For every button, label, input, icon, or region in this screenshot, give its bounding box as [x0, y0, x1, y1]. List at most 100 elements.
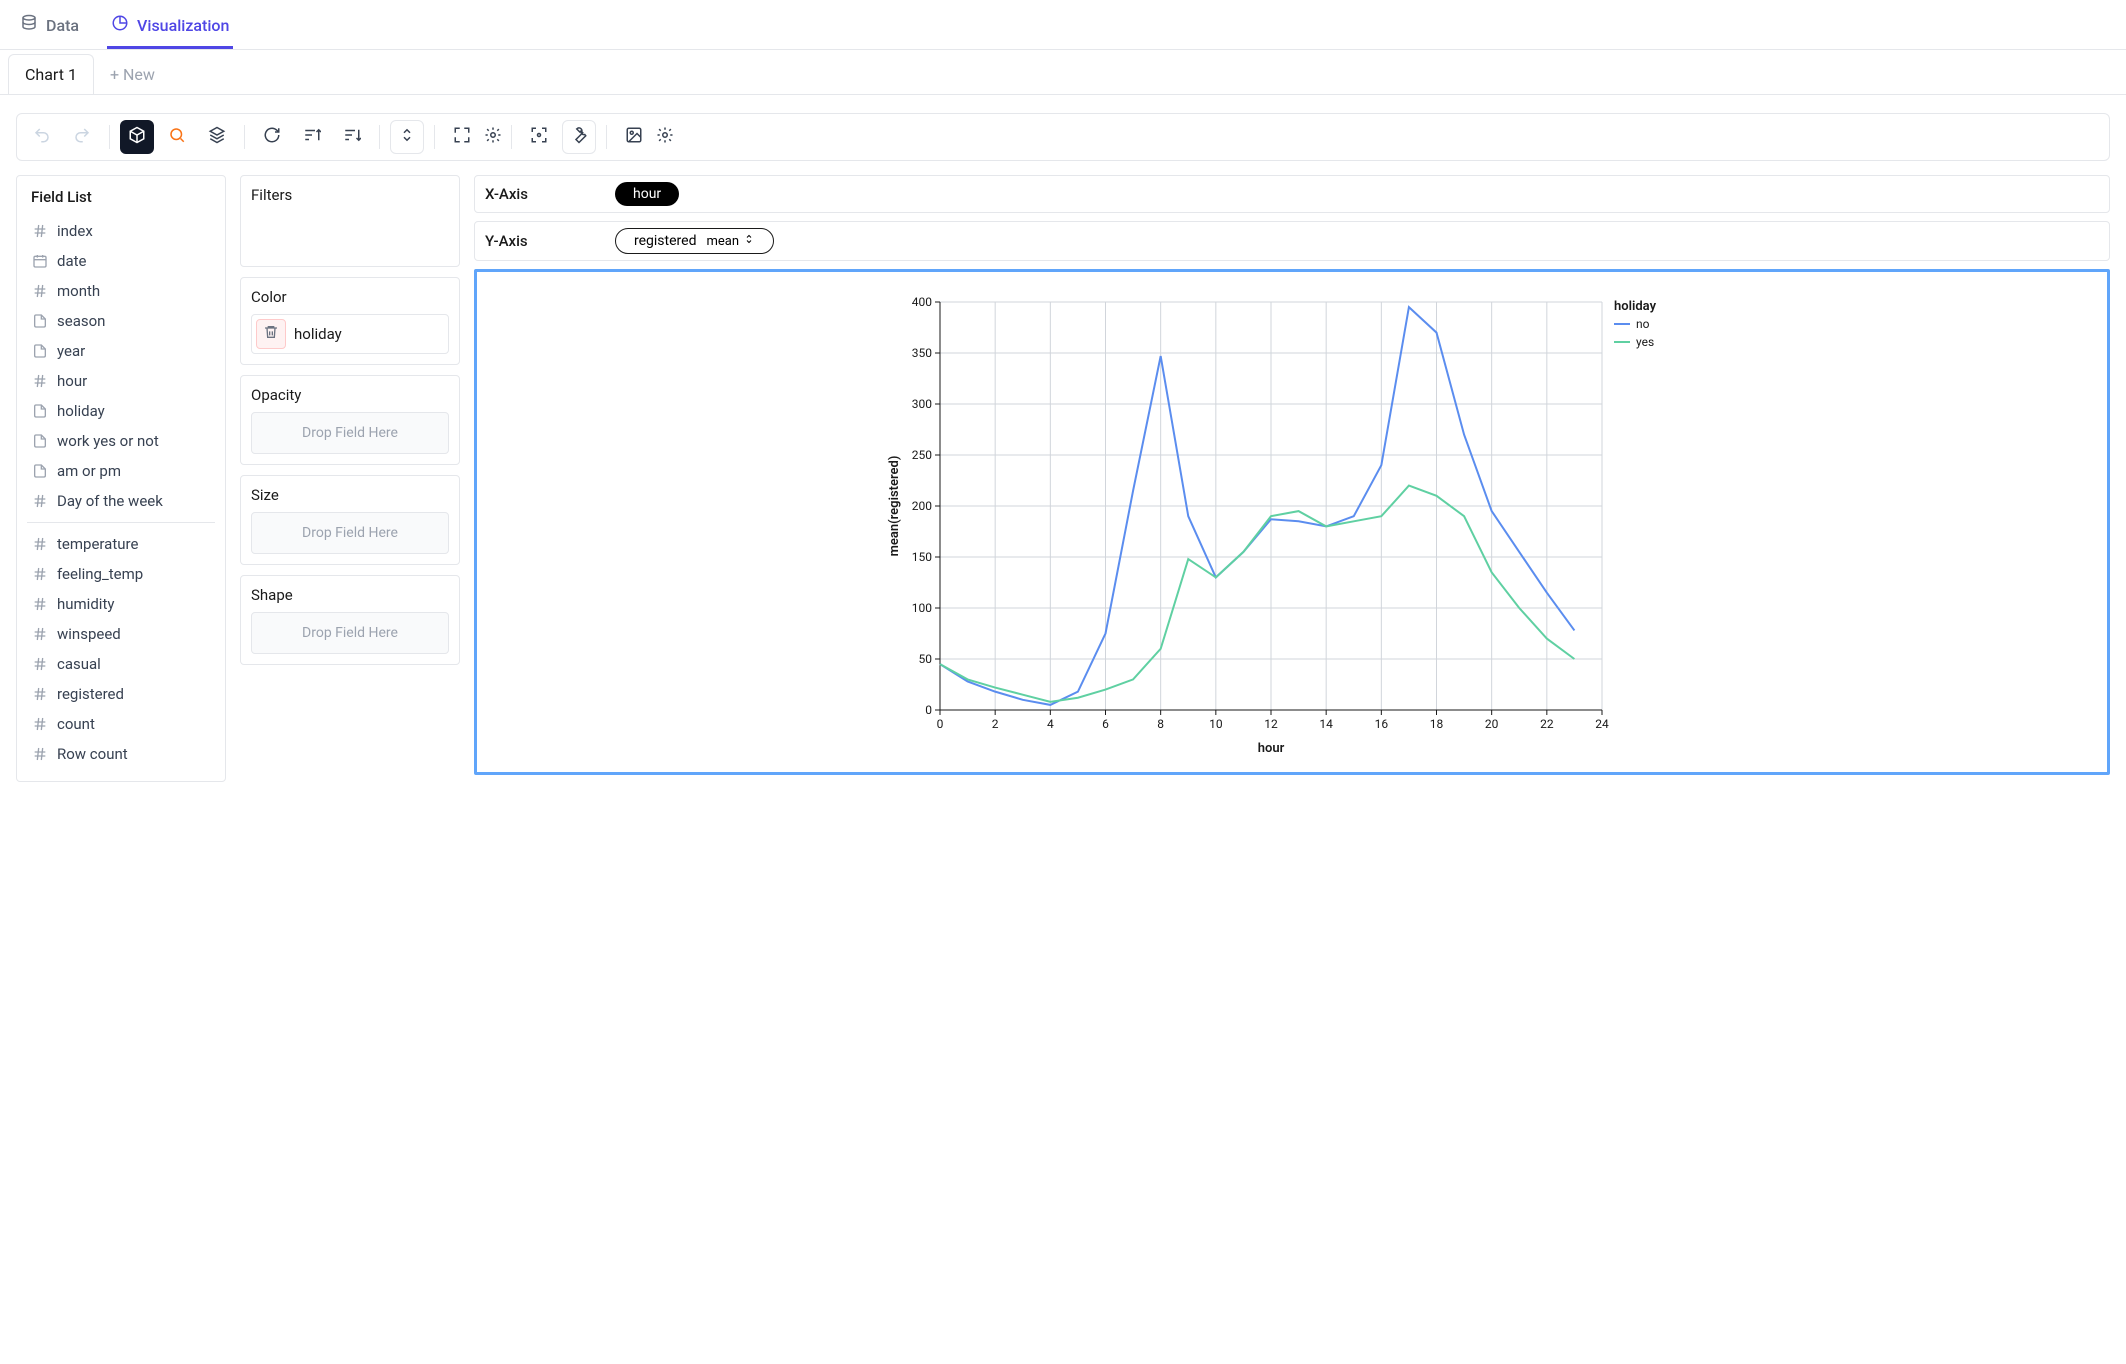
- chevrons-vertical-icon: [398, 126, 416, 148]
- hash-icon: [31, 565, 49, 583]
- layers-button[interactable]: [200, 120, 234, 154]
- field-item[interactable]: work yes or not: [27, 426, 215, 456]
- field-label: Row count: [57, 745, 128, 763]
- x-axis-row[interactable]: X-Axis hour: [474, 175, 2110, 213]
- size-dropzone[interactable]: Drop Field Here: [251, 512, 449, 554]
- tab-visualization[interactable]: Visualization: [107, 4, 233, 49]
- field-label: index: [57, 222, 93, 240]
- svg-text:400: 400: [912, 295, 932, 309]
- wrench-button[interactable]: [562, 120, 596, 154]
- refresh-button[interactable]: [255, 120, 289, 154]
- field-item[interactable]: registered: [27, 679, 215, 709]
- field-item[interactable]: am or pm: [27, 456, 215, 486]
- chart-tab-bar: Chart 1 + New: [0, 50, 2126, 95]
- field-label: casual: [57, 655, 101, 673]
- chart-frame[interactable]: 0501001502002503003504000246810121416182…: [474, 269, 2110, 775]
- field-item[interactable]: count: [27, 709, 215, 739]
- field-label: work yes or not: [57, 432, 159, 450]
- file-icon: [31, 342, 49, 360]
- shape-block[interactable]: Shape Drop Field Here: [240, 575, 460, 665]
- field-item[interactable]: holiday: [27, 396, 215, 426]
- field-label: winspeed: [57, 625, 121, 643]
- cube-button[interactable]: [120, 120, 154, 154]
- x-axis-label: X-Axis: [485, 185, 595, 203]
- toolbar-separator: [434, 125, 435, 149]
- fullscreen-settings-button[interactable]: [485, 120, 501, 154]
- field-label: holiday: [57, 402, 105, 420]
- top-nav: Data Visualization: [0, 0, 2126, 50]
- svg-text:mean(registered): mean(registered): [887, 456, 902, 557]
- image-settings-button[interactable]: [657, 120, 673, 154]
- svg-text:0: 0: [937, 717, 944, 731]
- database-icon: [20, 14, 38, 36]
- search-button[interactable]: [160, 120, 194, 154]
- hash-icon: [31, 595, 49, 613]
- redo-icon: [73, 126, 91, 148]
- field-item[interactable]: Row count: [27, 739, 215, 769]
- field-item[interactable]: feeling_temp: [27, 559, 215, 589]
- field-item[interactable]: month: [27, 276, 215, 306]
- focus-icon: [530, 126, 548, 148]
- field-label: year: [57, 342, 85, 360]
- field-item[interactable]: year: [27, 336, 215, 366]
- field-item[interactable]: Day of the week: [27, 486, 215, 516]
- toolbar-separator: [244, 125, 245, 149]
- toolbar-separator: [511, 125, 512, 149]
- svg-text:hour: hour: [1258, 741, 1285, 756]
- field-label: month: [57, 282, 100, 300]
- svg-text:150: 150: [912, 550, 932, 564]
- expand-vert-button[interactable]: [390, 120, 424, 154]
- y-axis-agg[interactable]: mean: [706, 233, 755, 249]
- sort-desc-button[interactable]: [335, 120, 369, 154]
- field-item[interactable]: date: [27, 246, 215, 276]
- field-item[interactable]: humidity: [27, 589, 215, 619]
- size-block[interactable]: Size Drop Field Here: [240, 475, 460, 565]
- svg-text:yes: yes: [1636, 335, 1654, 349]
- redo-button[interactable]: [65, 120, 99, 154]
- shape-title: Shape: [251, 586, 449, 604]
- gear-small-icon: [656, 126, 674, 148]
- field-item[interactable]: winspeed: [27, 619, 215, 649]
- fullscreen-button[interactable]: [445, 120, 479, 154]
- svg-text:holiday: holiday: [1614, 299, 1657, 314]
- svg-text:50: 50: [919, 652, 933, 666]
- opacity-title: Opacity: [251, 386, 449, 404]
- svg-text:14: 14: [1319, 717, 1333, 731]
- field-item[interactable]: casual: [27, 649, 215, 679]
- opacity-dropzone[interactable]: Drop Field Here: [251, 412, 449, 454]
- y-axis-pill[interactable]: registered mean: [615, 228, 774, 254]
- hash-icon: [31, 222, 49, 240]
- chart-tab-1[interactable]: Chart 1: [8, 54, 94, 94]
- x-axis-pill[interactable]: hour: [615, 182, 679, 206]
- field-item[interactable]: season: [27, 306, 215, 336]
- filters-block[interactable]: Filters: [240, 175, 460, 267]
- svg-text:200: 200: [912, 499, 932, 513]
- chart-svg: 0501001502002503003504000246810121416182…: [487, 288, 2097, 758]
- svg-text:16: 16: [1375, 717, 1389, 731]
- layers-icon: [208, 126, 226, 148]
- tab-data[interactable]: Data: [16, 4, 83, 49]
- new-chart-button[interactable]: + New: [102, 55, 163, 94]
- sort-desc-icon: [343, 126, 361, 148]
- toolbar: [16, 113, 2110, 161]
- chart-column: X-Axis hour Y-Axis registered mean 05010…: [474, 175, 2110, 775]
- color-chip[interactable]: holiday: [251, 314, 449, 354]
- field-item[interactable]: temperature: [27, 529, 215, 559]
- hash-icon: [31, 282, 49, 300]
- image-button[interactable]: [617, 120, 651, 154]
- svg-text:no: no: [1636, 317, 1650, 331]
- field-item[interactable]: hour: [27, 366, 215, 396]
- field-item[interactable]: index: [27, 216, 215, 246]
- shape-dropzone[interactable]: Drop Field Here: [251, 612, 449, 654]
- sort-asc-button[interactable]: [295, 120, 329, 154]
- undo-button[interactable]: [25, 120, 59, 154]
- calendar-icon: [31, 252, 49, 270]
- color-block[interactable]: Color holiday: [240, 277, 460, 365]
- file-icon: [31, 312, 49, 330]
- field-label: hour: [57, 372, 87, 390]
- sort-asc-icon: [303, 126, 321, 148]
- y-axis-row[interactable]: Y-Axis registered mean: [474, 221, 2110, 261]
- remove-color-button[interactable]: [256, 319, 286, 349]
- focus-button[interactable]: [522, 120, 556, 154]
- opacity-block[interactable]: Opacity Drop Field Here: [240, 375, 460, 465]
